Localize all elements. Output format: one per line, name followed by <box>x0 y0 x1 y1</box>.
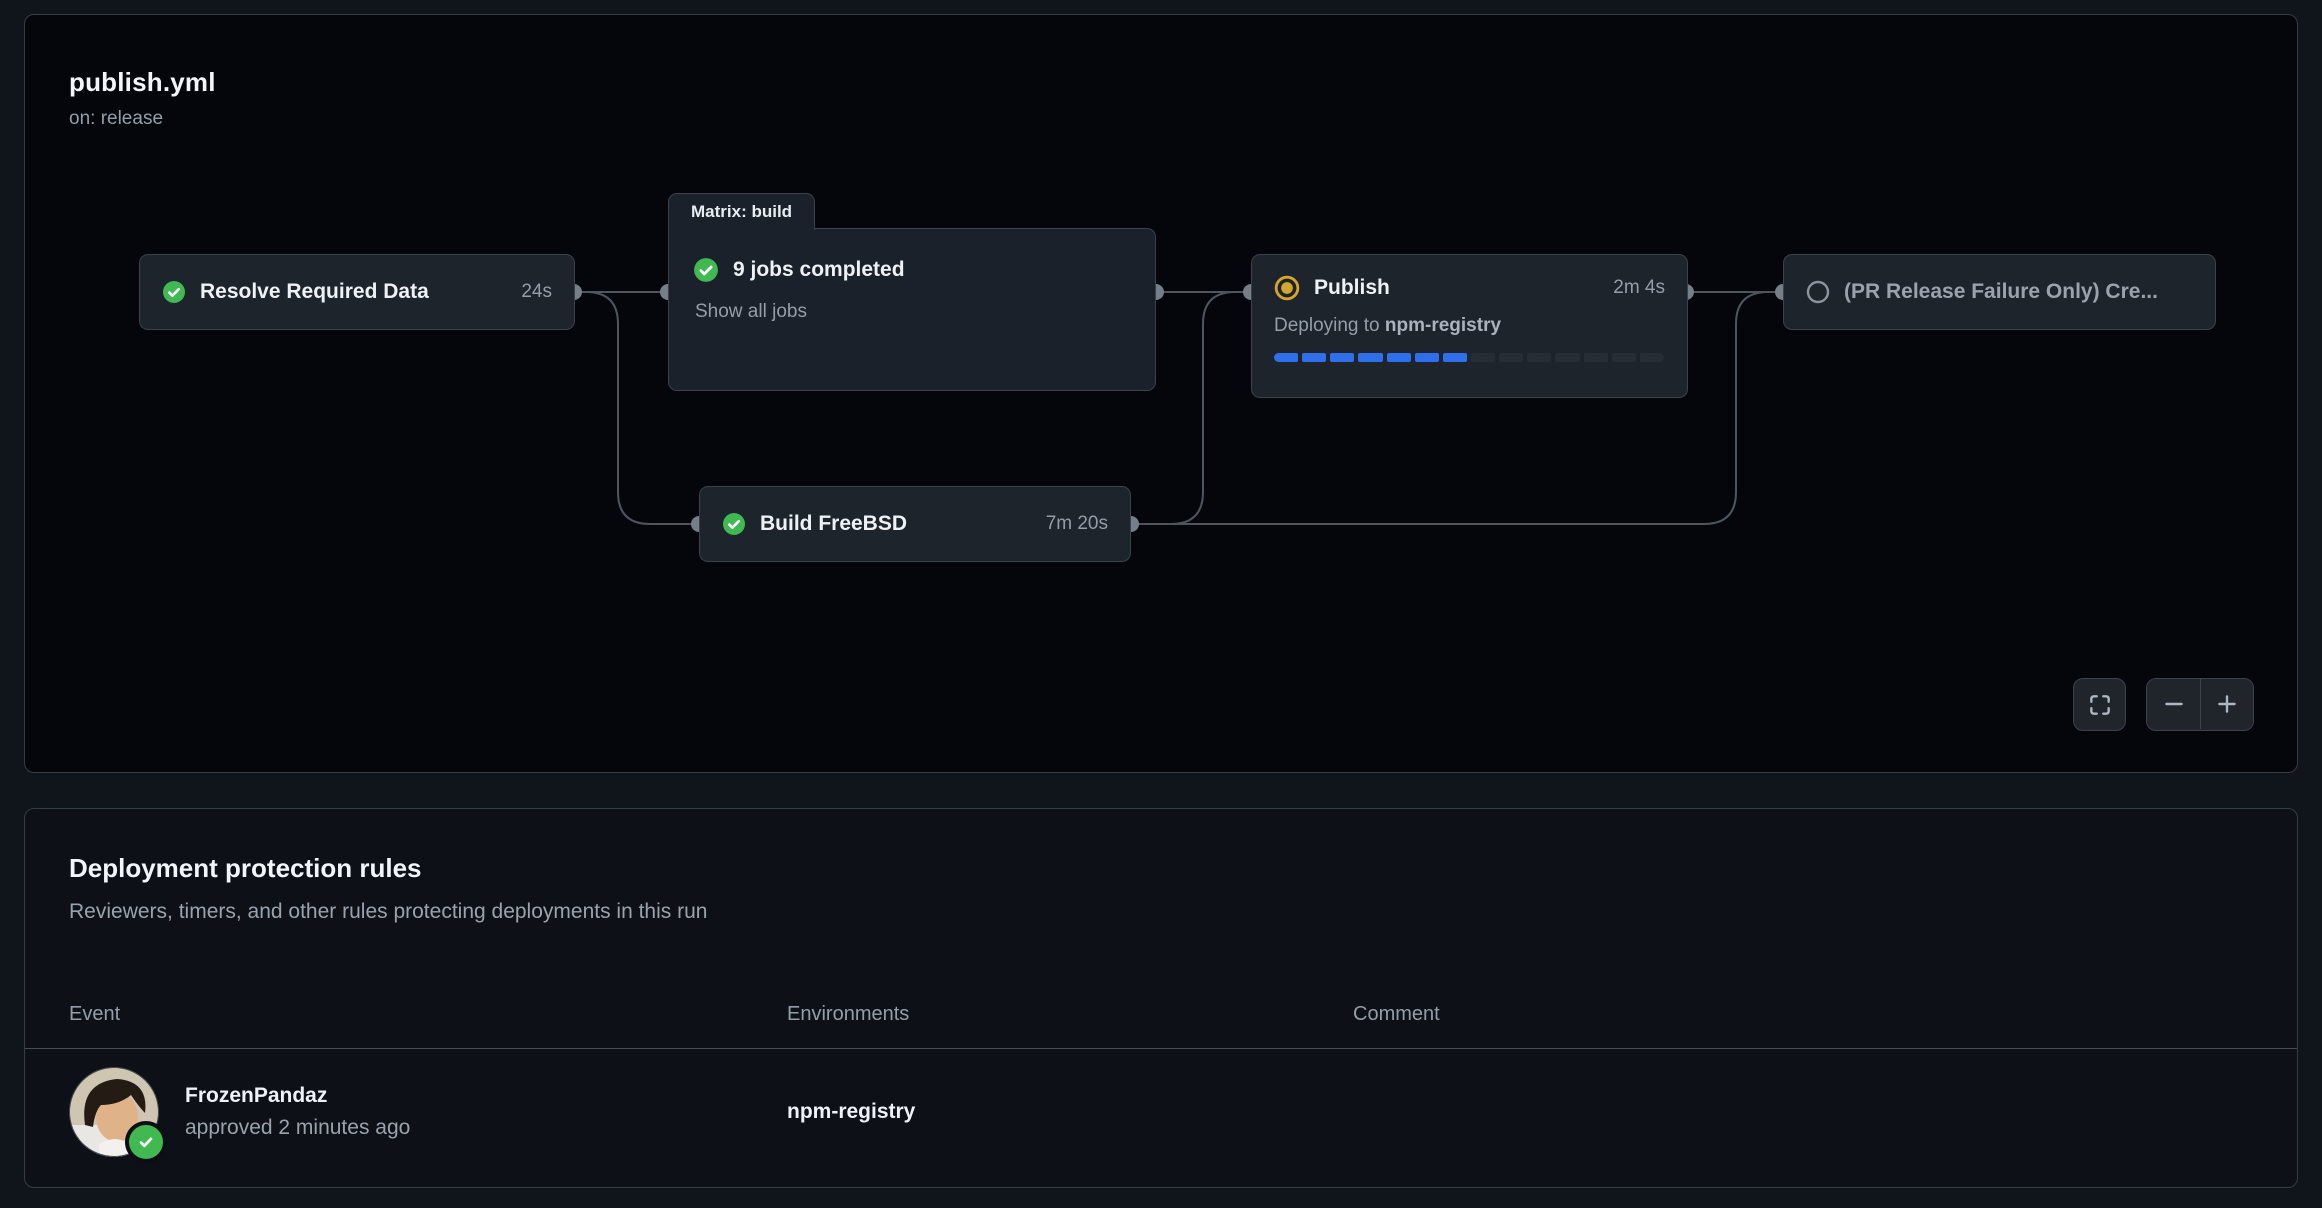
zoom-out-button[interactable] <box>2147 679 2200 729</box>
column-header-event: Event <box>69 979 787 1048</box>
job-duration: 2m 4s <box>1613 277 1665 299</box>
rules-title: Deployment protection rules <box>69 853 2253 884</box>
job-label: Resolve Required Data <box>200 280 497 304</box>
rules-subtitle: Reviewers, timers, and other rules prote… <box>69 900 2253 924</box>
minus-icon <box>2161 691 2187 717</box>
approval-status: approved 2 minutes ago <box>185 1116 410 1140</box>
matrix-summary-label: 9 jobs completed <box>733 258 905 282</box>
progress-segment <box>1387 353 1411 362</box>
rules-table-header: Event Environments Comment <box>25 979 2297 1049</box>
user-name-link[interactable]: FrozenPandaz <box>185 1084 410 1108</box>
deployment-protection-rules-panel: Deployment protection rules Reviewers, t… <box>24 808 2298 1188</box>
success-check-icon <box>722 512 746 536</box>
show-all-jobs-link[interactable]: Show all jobs <box>695 301 1131 323</box>
fit-view-button[interactable] <box>2073 678 2126 731</box>
matrix-tab-label: Matrix: build <box>691 202 792 222</box>
avatar[interactable] <box>69 1067 159 1157</box>
progress-segment <box>1443 353 1467 362</box>
job-node-resolve-required-data[interactable]: Resolve Required Data 24s <box>139 254 575 330</box>
zoom-in-button[interactable] <box>2200 679 2253 729</box>
deploy-status-text: Deploying to npm-registry <box>1274 315 1501 337</box>
job-duration: 24s <box>521 281 552 303</box>
progress-segment <box>1302 353 1326 362</box>
progress-segment <box>1640 353 1664 362</box>
job-label: Build FreeBSD <box>760 512 1022 536</box>
rules-table-row: FrozenPandaz approved 2 minutes ago npm-… <box>25 1049 2297 1175</box>
progress-segment <box>1330 353 1354 362</box>
column-header-environments: Environments <box>787 979 1353 1048</box>
deploy-progress <box>1274 353 1664 362</box>
job-node-pr-release-failure[interactable]: (PR Release Failure Only) Cre... <box>1783 254 2216 330</box>
workflow-canvas: Resolve Required Data 24s Matrix: build … <box>25 15 2297 772</box>
workflow-edges <box>25 15 2297 772</box>
job-duration: 7m 20s <box>1046 513 1108 535</box>
progress-segment <box>1527 353 1551 362</box>
success-check-icon <box>162 280 186 304</box>
environment-cell: npm-registry <box>787 1100 1353 1124</box>
zoom-button-group <box>2146 678 2254 731</box>
event-text: FrozenPandaz approved 2 minutes ago <box>185 1084 410 1140</box>
job-node-build-freebsd[interactable]: Build FreeBSD 7m 20s <box>699 486 1131 562</box>
progress-segment <box>1499 353 1523 362</box>
progress-segment <box>1471 353 1495 362</box>
progress-segment <box>1358 353 1382 362</box>
progress-segment <box>1584 353 1608 362</box>
progress-segment <box>1612 353 1636 362</box>
matrix-group-tab: Matrix: build <box>668 193 815 230</box>
plus-icon <box>2214 691 2240 717</box>
graph-controls <box>2073 678 2254 731</box>
column-header-comment: Comment <box>1353 979 2297 1048</box>
deploy-prefix: Deploying to <box>1274 315 1380 336</box>
progress-segment <box>1555 353 1579 362</box>
approved-badge <box>125 1121 167 1163</box>
fullscreen-icon <box>2087 692 2113 718</box>
progress-segment <box>1415 353 1439 362</box>
deploy-target: npm-registry <box>1385 315 1501 336</box>
event-cell: FrozenPandaz approved 2 minutes ago <box>69 1067 787 1157</box>
matrix-group-node[interactable]: 9 jobs completed Show all jobs <box>668 228 1156 391</box>
progress-segment <box>1274 353 1298 362</box>
rules-table: Event Environments Comment <box>25 979 2297 1175</box>
job-label: Publish <box>1314 276 1589 300</box>
pending-circle-icon <box>1806 280 1830 304</box>
job-label: (PR Release Failure Only) Cre... <box>1844 280 2193 304</box>
in-progress-icon <box>1274 275 1300 301</box>
job-node-publish[interactable]: Publish 2m 4s Deploying to npm-registry <box>1251 254 1688 398</box>
workflow-graph-panel: publish.yml on: release Resolve Requ <box>24 14 2298 773</box>
success-check-icon <box>693 257 719 283</box>
